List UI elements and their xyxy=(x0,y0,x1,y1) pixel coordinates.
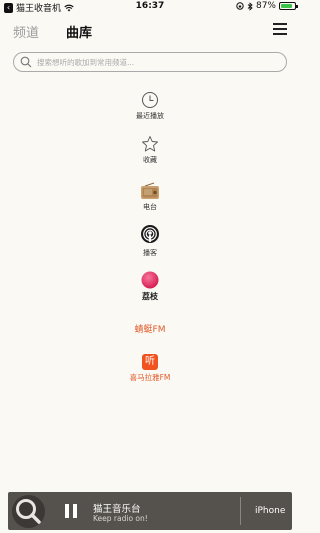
station-logo[interactable] xyxy=(12,495,45,528)
player-title: 猫王音乐台 xyxy=(93,504,141,515)
ximalaya-logo: 听 xyxy=(142,354,158,370)
search-input[interactable] xyxy=(37,57,267,67)
podcast-label: 播客 xyxy=(143,249,157,257)
battery-icon xyxy=(279,2,298,10)
library-item-lizhi[interactable]: 荔枝 xyxy=(100,271,200,302)
orientation-lock-icon xyxy=(236,2,244,10)
menu-icon[interactable] xyxy=(273,23,287,35)
ximalaya-label: 喜马拉雅FM xyxy=(129,373,171,382)
recent-label: 最近播放 xyxy=(136,112,164,120)
favorites-label: 收藏 xyxy=(143,156,157,164)
status-right: 87% xyxy=(236,1,298,11)
radio-icon xyxy=(141,182,159,199)
player-subtitle: Keep radio on! xyxy=(93,514,148,523)
battery-percent: 87% xyxy=(255,1,276,11)
lizhi-icon xyxy=(141,271,159,289)
mini-player[interactable]: 猫王音乐台 Keep radio on! iPhone xyxy=(8,492,292,530)
magnifier-logo-icon xyxy=(16,499,41,524)
library-item-podcast[interactable]: 播客 xyxy=(100,224,200,258)
podcast-icon xyxy=(141,225,159,243)
header: 频道 曲库 xyxy=(0,16,300,46)
output-device-button[interactable]: iPhone xyxy=(255,506,285,516)
pause-button[interactable] xyxy=(65,504,77,518)
library-item-recent[interactable]: 最近播放 xyxy=(100,91,200,121)
star-icon xyxy=(142,136,158,152)
library-item-qingting[interactable]: 蜻蜓FM xyxy=(100,320,200,335)
qingting-label: 蜻蜓FM xyxy=(134,325,166,335)
radio-label: 电台 xyxy=(143,203,157,211)
library-item-radio[interactable]: 电台 xyxy=(100,182,200,212)
tab-library[interactable]: 曲库 xyxy=(66,22,92,41)
status-bar: ‹ 猫王收音机 16:37 87% xyxy=(0,0,300,14)
library-item-favorites[interactable]: 收藏 xyxy=(100,135,200,165)
tab-channel[interactable]: 频道 xyxy=(13,22,39,41)
search-icon xyxy=(20,56,32,68)
search-bar[interactable] xyxy=(13,52,287,72)
bluetooth-icon xyxy=(247,1,253,11)
lizhi-label: 荔枝 xyxy=(142,292,158,301)
clock-icon xyxy=(142,92,158,108)
battery-fill xyxy=(281,4,293,8)
library-item-ximalaya[interactable]: 听 喜马拉雅FM xyxy=(100,354,200,383)
player-divider xyxy=(240,497,241,525)
